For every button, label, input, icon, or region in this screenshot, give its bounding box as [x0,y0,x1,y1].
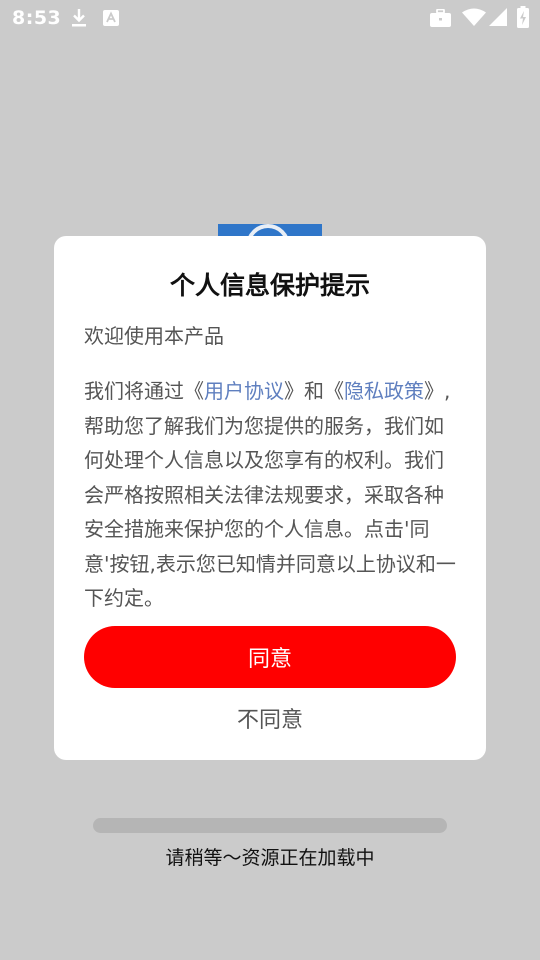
privacy-dialog: 个人信息保护提示 欢迎使用本产品 我们将通过《用户协议》和《隐私政策》,帮助您了… [54,236,486,760]
battery-charging-icon [517,6,529,28]
loading-text: 请稍等～资源正在加载中 [165,847,375,869]
body-text-part-3: 》,帮助您了解我们为您提供的服务，我们如何处理个人信息以及您享有的权利。我们会严… [84,379,456,610]
signal-icon [489,8,507,26]
wifi-icon [462,8,486,26]
user-agreement-link[interactable]: 用户协议 [204,379,284,403]
font-notification-icon [103,10,119,26]
dialog-welcome-text: 欢迎使用本产品 [84,324,224,348]
download-icon [72,9,86,27]
body-text-part-1: 我们将通过《 [84,379,204,403]
loading-progress-bar [93,818,447,833]
briefcase-icon [430,9,451,27]
dialog-title: 个人信息保护提示 [169,271,370,300]
privacy-policy-link[interactable]: 隐私政策 [344,379,424,403]
dialog-body-text: 我们将通过《用户协议》和《隐私政策》,帮助您了解我们为您提供的服务，我们如何处理… [84,374,458,616]
body-text-part-2: 》和《 [284,379,344,403]
agree-button[interactable]: 同意 [84,626,456,688]
status-bar: 8:53 [0,0,540,36]
status-time: 8:53 [12,7,62,29]
disagree-button[interactable]: 不同意 [170,698,370,738]
